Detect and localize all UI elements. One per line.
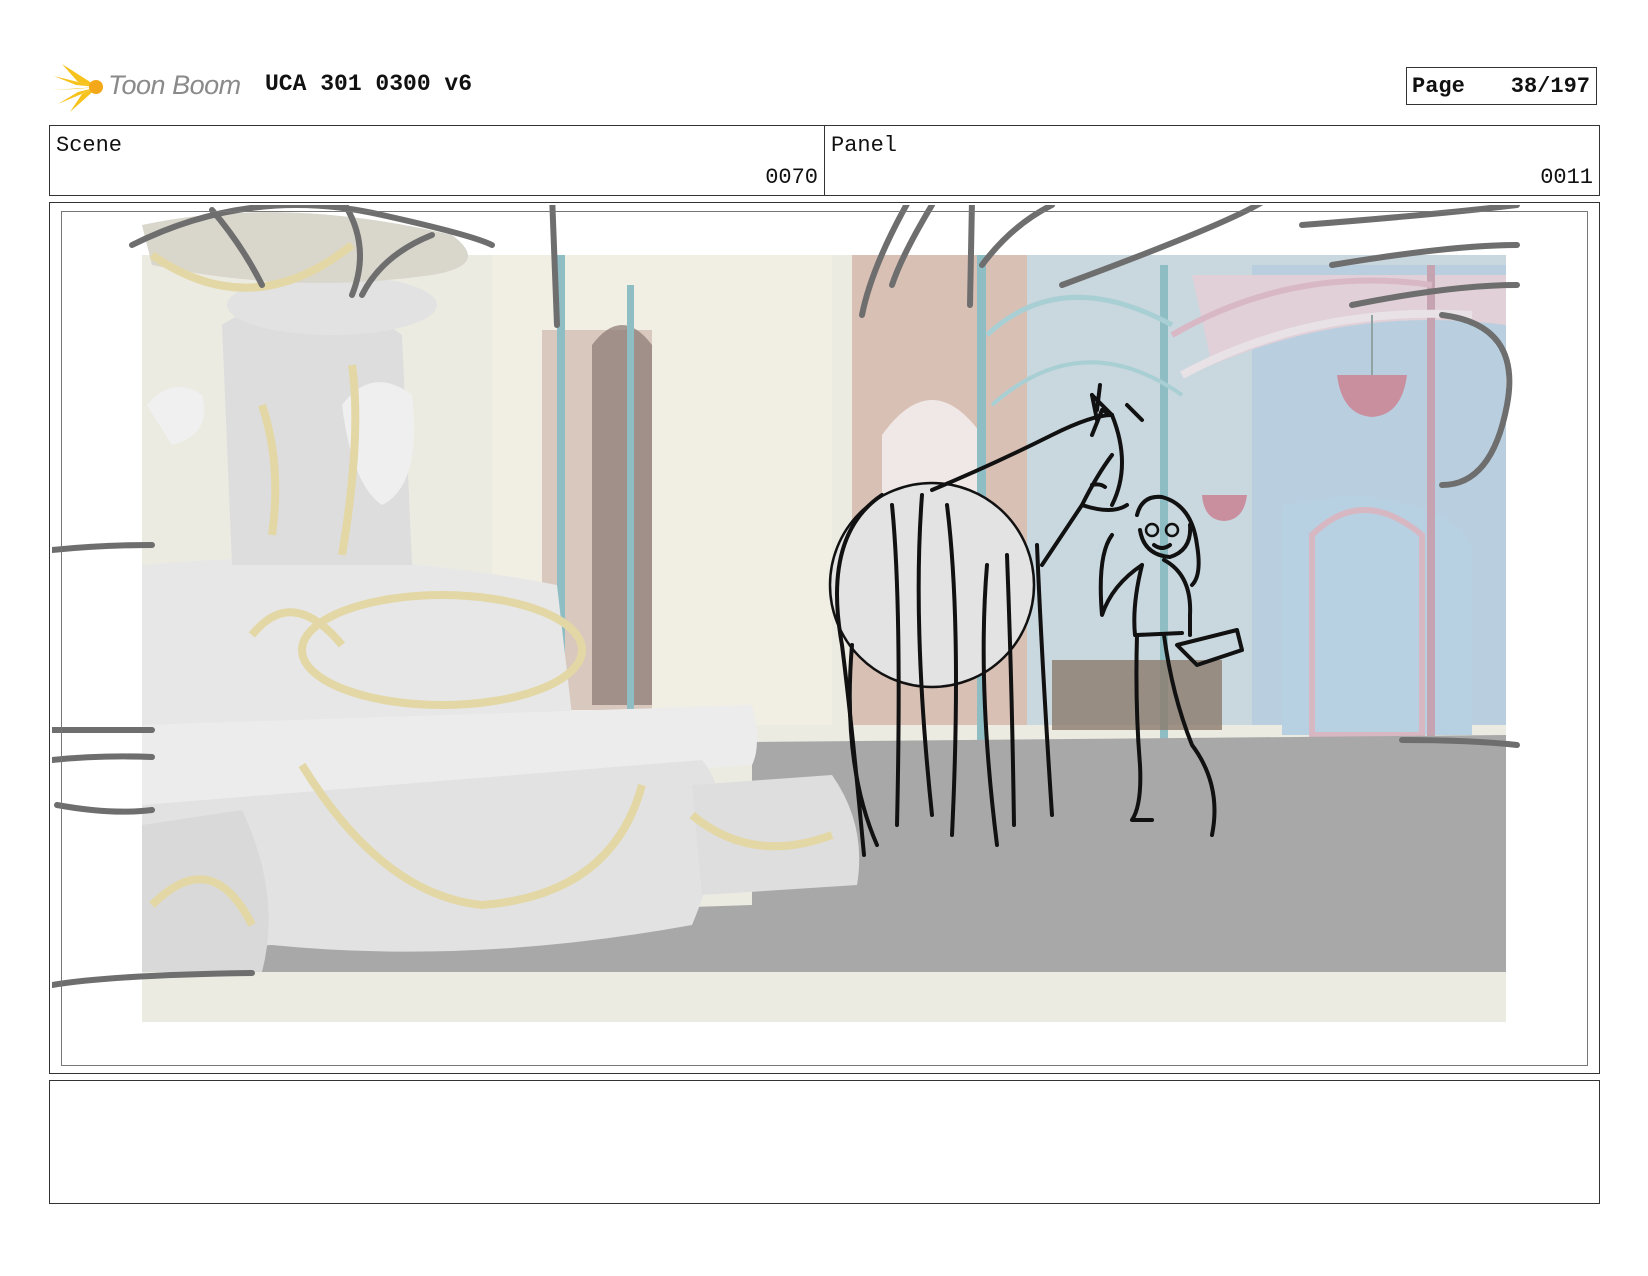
panel-inner-border <box>61 211 1588 1066</box>
scene-label: Scene <box>56 133 123 158</box>
panel-number: 0011 <box>1540 165 1593 190</box>
page-number: 38/197 <box>1510 74 1590 99</box>
page-indicator: Page 38/197 <box>1406 67 1597 105</box>
scene-panel-info: Scene 0070 Panel 0011 <box>49 125 1600 196</box>
document-title: UCA 301 0300 v6 <box>265 71 473 97</box>
scene-cell: Scene 0070 <box>50 126 825 195</box>
starburst-icon <box>52 64 103 112</box>
logo-wordmark: Toon Boom <box>108 70 241 100</box>
panel-label: Panel <box>831 133 898 158</box>
scene-number: 0070 <box>765 165 818 190</box>
page-label: Page <box>1412 74 1465 99</box>
notes-box <box>49 1080 1600 1204</box>
panel-cell: Panel 0011 <box>825 126 1599 195</box>
toon-boom-logo: Toon Boom <box>52 58 252 116</box>
